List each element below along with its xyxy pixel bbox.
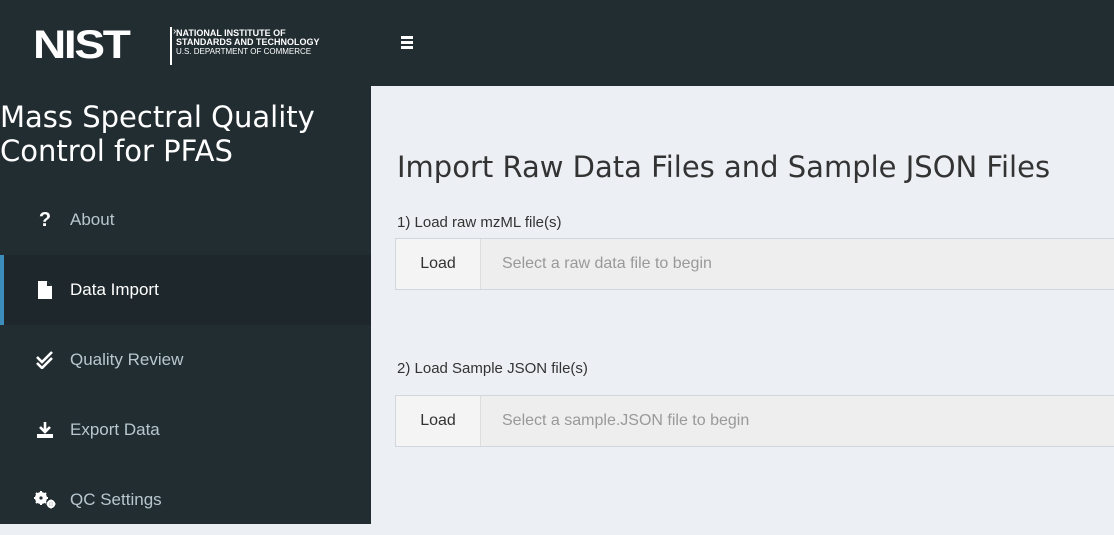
sidebar-item-export-data[interactable]: Export Data	[0, 395, 371, 465]
raw-file-path-field[interactable]	[482, 239, 1114, 289]
logo-line-2: STANDARDS AND TECHNOLOGY	[176, 37, 320, 47]
nist-logo[interactable]: NIST › NATIONAL INSTITUTE OF STANDARDS A…	[33, 21, 363, 71]
file-icon	[34, 279, 56, 301]
sidebar-item-label: About	[70, 210, 115, 229]
main-content: Import Raw Data Files and Sample JSON Fi…	[371, 86, 1114, 524]
top-navbar	[371, 0, 1114, 86]
page-title: Import Raw Data Files and Sample JSON Fi…	[397, 150, 1051, 184]
download-icon	[34, 419, 56, 441]
double-check-icon	[34, 349, 56, 371]
sidebar: Mass Spectral Quality Control for PFAS ?…	[0, 86, 371, 524]
load-raw-button[interactable]: Load	[396, 239, 481, 289]
app-title: Mass Spectral Quality Control for PFAS	[0, 100, 371, 168]
app-title-line-2: Control for PFAS	[0, 134, 233, 168]
sidebar-item-label: Quality Review	[70, 350, 184, 369]
cogs-icon	[34, 489, 56, 511]
raw-file-input-group: Load	[395, 238, 1114, 290]
question-icon: ?	[38, 208, 52, 231]
logo-subtitle: NATIONAL INSTITUTE OF STANDARDS AND TECH…	[176, 29, 320, 57]
sidebar-item-label: QC Settings	[70, 490, 162, 509]
sample-file-path-field[interactable]	[482, 396, 1114, 446]
nist-logo-word: NIST	[33, 23, 131, 67]
app-title-line-1: Mass Spectral Quality	[0, 100, 315, 134]
load-sample-button[interactable]: Load	[396, 396, 481, 446]
sidebar-item-label: Data Import	[70, 280, 159, 299]
raw-file-label: 1) Load raw mzML file(s)	[397, 214, 562, 231]
sidebar-item-qc-settings[interactable]: QC Settings	[0, 465, 371, 535]
sidebar-item-about[interactable]: ? About	[0, 185, 371, 255]
sidebar-item-label: Export Data	[70, 420, 160, 439]
logo-area: NIST › NATIONAL INSTITUTE OF STANDARDS A…	[0, 0, 371, 86]
sidebar-item-data-import[interactable]: Data Import	[0, 255, 371, 325]
logo-divider	[170, 27, 172, 65]
sidebar-item-quality-review[interactable]: Quality Review	[0, 325, 371, 395]
logo-line-3: U.S. DEPARTMENT OF COMMERCE	[176, 47, 312, 56]
sample-file-input-group: Load	[395, 395, 1114, 447]
sidebar-toggle-icon[interactable]	[397, 29, 421, 53]
sample-file-label: 2) Load Sample JSON file(s)	[397, 360, 588, 377]
